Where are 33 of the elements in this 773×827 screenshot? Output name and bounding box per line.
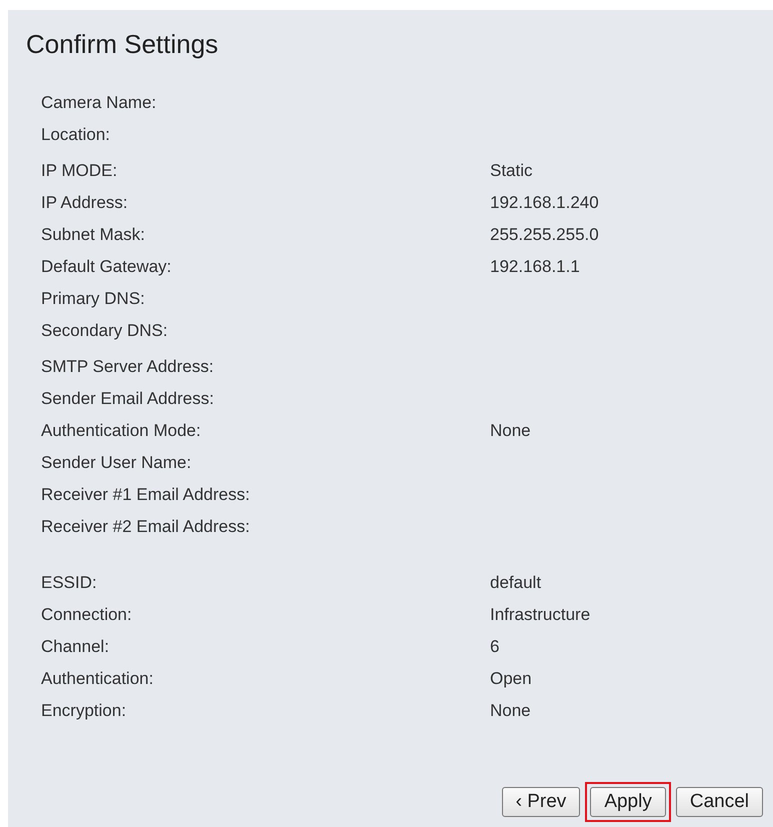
setting-value: Open [490, 669, 533, 689]
setting-value: None [490, 421, 532, 441]
setting-label: Authentication: [41, 669, 154, 689]
setting-label: Connection: [41, 605, 133, 625]
setting-value: 192.168.1.240 [490, 193, 600, 213]
setting-value: 255.255.255.0 [490, 225, 600, 245]
panel-title: Confirm Settings [26, 28, 220, 61]
setting-label: Primary DNS: [41, 289, 146, 309]
setting-label: IP Address: [41, 193, 129, 213]
setting-value: Static [490, 161, 534, 181]
setting-label: Default Gateway: [41, 257, 172, 277]
setting-value: Infrastructure [490, 605, 592, 625]
setting-value: 192.168.1.1 [490, 257, 581, 277]
setting-label: Authentication Mode: [41, 421, 202, 441]
setting-label: Encryption: [41, 701, 128, 721]
setting-value: None [490, 701, 532, 721]
setting-label: Channel: [41, 637, 110, 657]
wizard-button[interactable]: Cancel [676, 787, 763, 817]
wizard-button[interactable]: Apply [590, 787, 666, 817]
setting-label: Secondary DNS: [41, 321, 169, 341]
setting-label: ESSID: [41, 573, 98, 593]
setting-label: Receiver #1 Email Address: [41, 485, 251, 505]
setting-label: Location: [41, 125, 111, 145]
setting-label: Sender User Name: [41, 453, 192, 473]
setting-value: 6 [490, 637, 500, 657]
setting-label: Receiver #2 Email Address: [41, 517, 251, 537]
setting-value: default [490, 573, 542, 593]
setting-label: Sender Email Address: [41, 389, 215, 409]
setting-label: SMTP Server Address: [41, 357, 215, 377]
setting-label: IP MODE: [41, 161, 118, 181]
setting-label: Camera Name: [41, 93, 158, 113]
wizard-button[interactable]: ‹ Prev [502, 787, 580, 817]
setting-label: Subnet Mask: [41, 225, 146, 245]
